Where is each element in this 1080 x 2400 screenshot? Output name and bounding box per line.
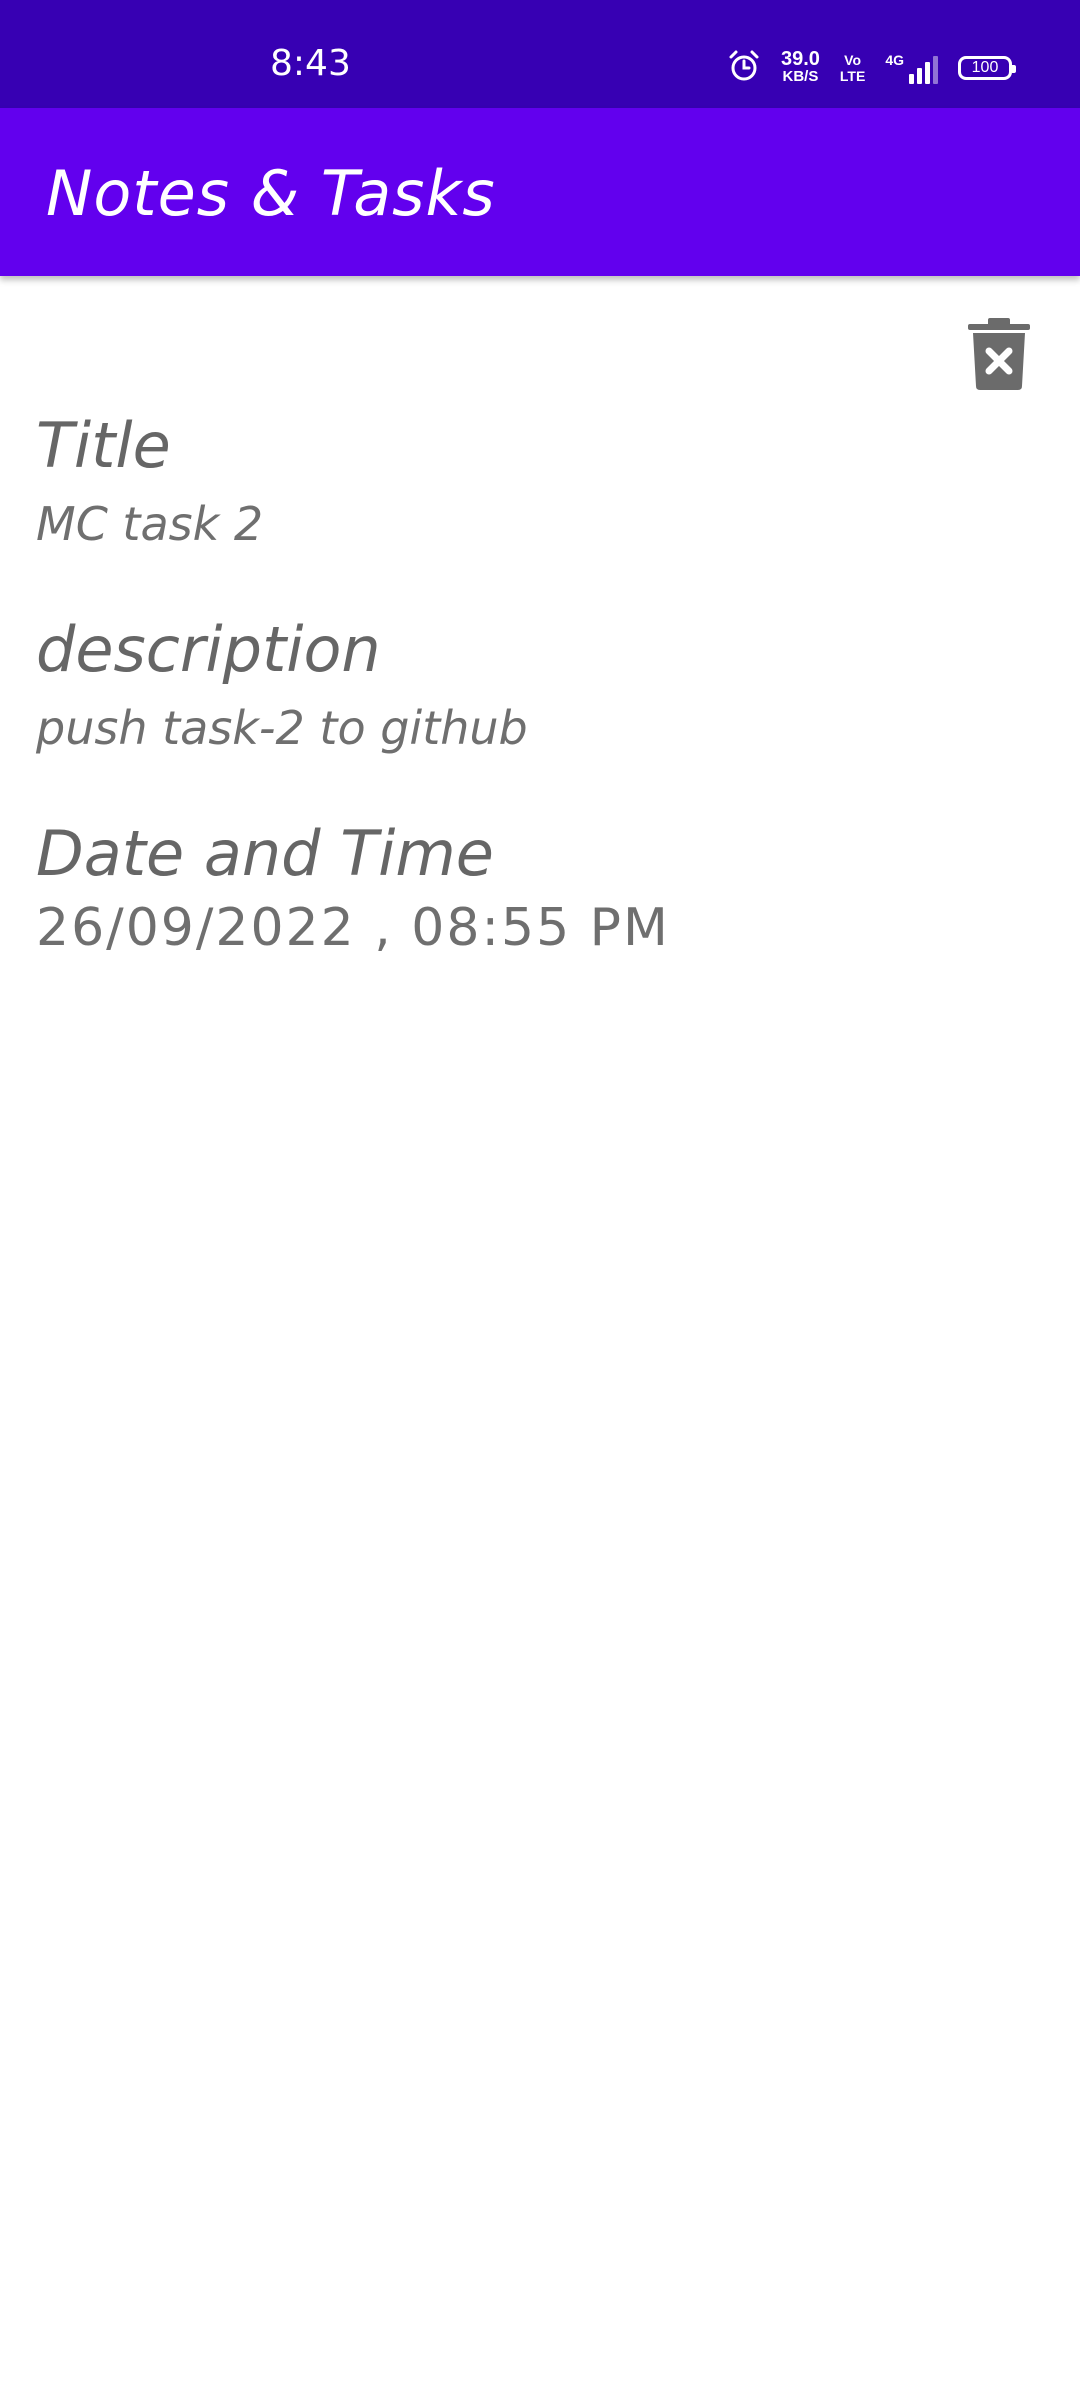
battery-icon: 100 bbox=[958, 56, 1016, 80]
app-title: Notes & Tasks bbox=[46, 157, 496, 230]
volte-top: Vo bbox=[844, 52, 862, 68]
battery-level: 100 bbox=[971, 59, 999, 76]
alarm-icon bbox=[727, 49, 761, 87]
network-speed-unit: KB/S bbox=[782, 68, 819, 85]
network-speed-value: 39.0 bbox=[780, 48, 820, 70]
network-speed: 39.0 KB/S bbox=[780, 48, 820, 86]
datetime-value: 26/09/2022 , 08:55 PM bbox=[36, 898, 670, 958]
volte-indicator: Vo LTE bbox=[840, 52, 865, 84]
title-value: MC task 2 bbox=[36, 497, 264, 551]
delete-button[interactable] bbox=[968, 318, 1030, 390]
title-label: Title bbox=[36, 409, 171, 482]
volte-bottom: LTE bbox=[839, 68, 866, 84]
app-bar: Notes & Tasks bbox=[0, 108, 1080, 276]
status-icons: 39.0 KB/S Vo LTE 4G 100 bbox=[727, 46, 1016, 90]
datetime-label: Date and Time bbox=[36, 817, 494, 890]
status-bar: 8:43 39.0 KB/S Vo LTE 4G 100 bbox=[0, 0, 1080, 108]
description-value: push task-2 to github bbox=[36, 701, 528, 755]
description-label: description bbox=[36, 613, 381, 686]
network-type: 4G bbox=[885, 52, 904, 68]
delete-icon bbox=[968, 318, 1030, 394]
signal-icon: 4G bbox=[885, 52, 938, 84]
status-time: 8:43 bbox=[270, 43, 351, 84]
